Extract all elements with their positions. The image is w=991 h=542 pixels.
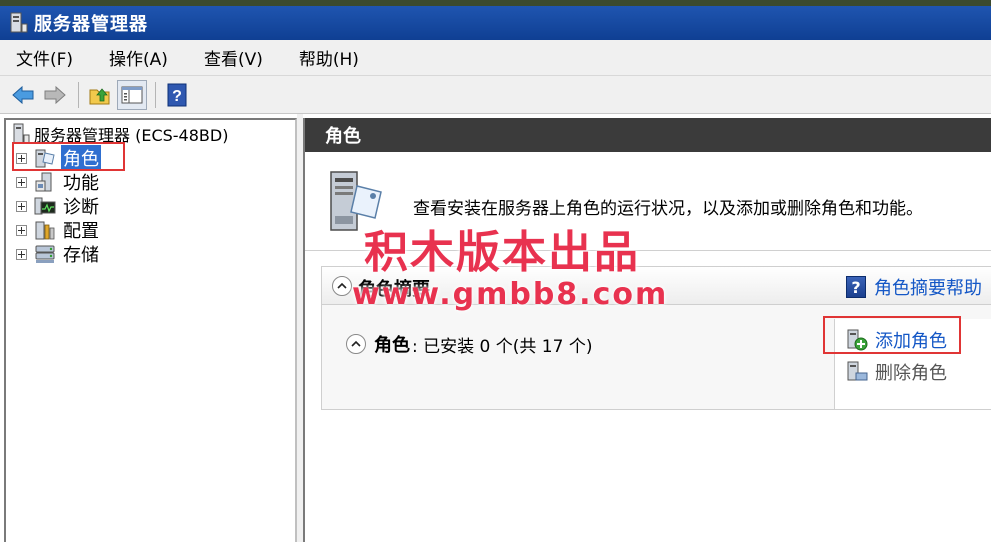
expand-toggle[interactable]: [16, 200, 27, 212]
tree-item-label: 配置: [63, 221, 99, 242]
configuration-icon: [35, 221, 55, 240]
features-icon: [35, 172, 52, 192]
toolbar-separator: [155, 81, 156, 108]
remove-roles-link[interactable]: 删除角色: [875, 359, 947, 385]
show-hide-console-tree-button[interactable]: [117, 79, 147, 110]
help-button[interactable]: ?: [162, 80, 192, 110]
back-arrow-icon: [12, 85, 34, 104]
intro-section: 查看安装在服务器上角色的运行状况，以及添加或删除角色和功能。: [305, 154, 991, 250]
menu-action[interactable]: 操作(A): [103, 43, 174, 72]
storage-icon: [35, 245, 55, 263]
up-folder-icon: [89, 87, 110, 104]
help-icon: ?: [167, 83, 187, 106]
tree-item-label: 存储: [63, 245, 99, 266]
title-bar: 服务器管理器: [0, 6, 991, 40]
help-icon: ?: [846, 276, 866, 298]
expand-toggle[interactable]: [16, 248, 27, 260]
tree-item-storage[interactable]: 存储: [16, 242, 101, 266]
roles-status-line: 角色 : 已安装 0 个(共 17 个): [346, 331, 592, 357]
menu-file[interactable]: 文件(F): [10, 43, 79, 72]
remove-role-icon: [847, 361, 868, 381]
menu-view[interactable]: 查看(V): [198, 43, 269, 72]
tree-item-label: 功能: [63, 173, 99, 194]
forward-arrow-icon: [44, 85, 66, 104]
roles-installed-count: : 已安装 0 个(共 17 个): [412, 336, 593, 357]
up-level-button[interactable]: [85, 80, 115, 110]
show-hide-console-tree-icon: [121, 86, 143, 103]
tree-item-label: 诊断: [63, 197, 99, 218]
expand-toggle[interactable]: [16, 224, 27, 236]
chevron-up-icon: [351, 340, 361, 347]
expand-toggle[interactable]: [16, 176, 27, 188]
toolbar: ?: [0, 76, 991, 114]
collapse-roles-button[interactable]: [346, 334, 366, 354]
menu-bar: 文件(F) 操作(A) 查看(V) 帮助(H): [0, 40, 991, 76]
tree-item-features[interactable]: 功能: [16, 170, 101, 194]
roles-label: 角色: [374, 335, 410, 356]
summary-title: 角色摘要: [358, 279, 430, 300]
content-header: 角色: [305, 118, 991, 152]
chevron-up-icon: [337, 282, 347, 289]
summary-header: 角色摘要 ? 角色摘要帮助: [322, 267, 991, 305]
server-manager-icon: [10, 12, 28, 33]
summary-help-link-text[interactable]: 角色摘要帮助: [874, 274, 982, 300]
forward-button[interactable]: [40, 80, 70, 110]
menu-help[interactable]: 帮助(H): [293, 43, 365, 72]
summary-help-link[interactable]: ? 角色摘要帮助: [846, 274, 982, 300]
remove-roles-action[interactable]: 删除角色: [845, 359, 947, 385]
roles-large-icon: [330, 171, 382, 231]
roles-highlight-box: [12, 142, 125, 171]
toolbar-separator: [78, 81, 79, 108]
svg-text:?: ?: [172, 88, 182, 105]
console-tree: 服务器管理器 (ECS-48BD) 角色 功能 诊断 配置 存储: [4, 118, 297, 542]
back-button[interactable]: [8, 80, 38, 110]
collapse-summary-button[interactable]: [332, 276, 352, 296]
tree-item-diagnostics[interactable]: 诊断: [16, 194, 101, 218]
diagnostics-icon: [34, 197, 56, 215]
intro-description: 查看安装在服务器上角色的运行状况，以及添加或删除角色和功能。: [413, 199, 923, 219]
tree-item-configuration[interactable]: 配置: [16, 218, 101, 242]
window-title: 服务器管理器: [34, 14, 148, 35]
content-pane: 角色 查看安装在服务器上角色的运行状况，以及添加或删除角色和功能。 角色摘要 ?…: [303, 118, 991, 542]
add-roles-highlight-box: [823, 316, 961, 354]
intro-divider: [305, 250, 991, 251]
